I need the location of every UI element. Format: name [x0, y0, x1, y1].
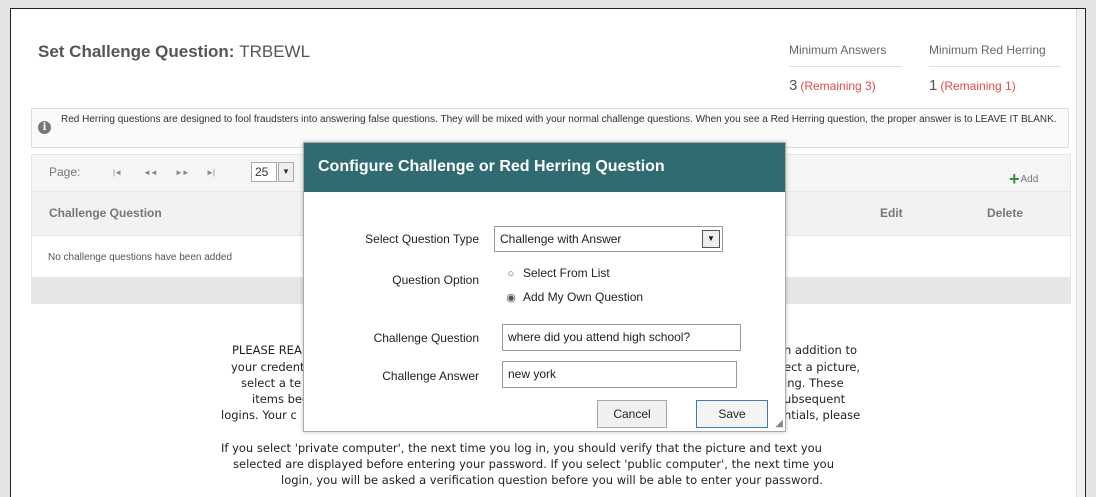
page-size-select[interactable]: 25	[251, 162, 277, 182]
min-red-herring-count: 1	[929, 77, 938, 94]
empty-message: No challenge questions have been added	[48, 252, 233, 263]
legal-line-2-left: your credent	[231, 360, 305, 374]
configure-question-dialog: Configure Challenge or Red Herring Quest…	[303, 142, 786, 432]
add-label: Add	[1020, 174, 1039, 185]
add-question-button[interactable]: +Add	[1009, 169, 1038, 190]
min-answers-label: Minimum Answers	[789, 43, 887, 57]
min-answers-count: 3	[789, 77, 798, 94]
dialog-title: Configure Challenge or Red Herring Quest…	[318, 158, 665, 175]
radio-selected-icon: ◉	[506, 292, 516, 304]
legal-line-3-right: ing. These	[784, 376, 844, 390]
next-page-icon[interactable]: ►►	[175, 168, 190, 177]
chevron-down-icon[interactable]: ▼	[702, 230, 720, 248]
legal-paragraph-2-line-2: selected are displayed before entering y…	[233, 457, 835, 471]
plus-icon: +	[1009, 169, 1020, 189]
first-page-icon[interactable]: |◄	[113, 168, 122, 177]
min-answers-divider	[789, 66, 902, 67]
resize-grip-icon[interactable]: ◢	[775, 418, 783, 429]
min-answers-value: 3 (Remaining 3)	[789, 77, 876, 94]
column-challenge-question[interactable]: Challenge Question	[49, 206, 162, 220]
dialog-header: Configure Challenge or Red Herring Quest…	[304, 143, 785, 192]
legal-line-5-left: logins. Your c	[221, 408, 297, 422]
question-option-label: Question Option	[392, 273, 479, 287]
legal-paragraph-2-line-1: If you select 'private computer', the ne…	[221, 441, 822, 455]
legal-line-1-left: PLEASE REA	[232, 343, 302, 357]
page-container: Set Challenge Question: TRBEWL Minimum A…	[10, 8, 1086, 497]
challenge-answer-input[interactable]: new york	[502, 361, 737, 388]
question-type-label: Select Question Type	[365, 232, 479, 246]
info-text: Red Herring questions are designed to fo…	[61, 114, 1057, 125]
save-button[interactable]: Save	[696, 400, 768, 428]
prev-page-icon[interactable]: ◄◄	[143, 168, 158, 177]
radio-add-my-own-question[interactable]: ◉ Add My Own Question	[506, 290, 643, 304]
page-title-prefix: Set Challenge Question:	[38, 42, 240, 61]
min-red-herring-label: Minimum Red Herring	[929, 43, 1046, 57]
min-red-herring-remaining: (Remaining 1)	[940, 79, 1016, 93]
legal-line-5-right: ntials, please	[784, 408, 861, 422]
min-red-herring-divider	[929, 66, 1060, 67]
info-icon: i	[38, 121, 51, 134]
chevron-down-icon[interactable]: ▼	[278, 162, 294, 182]
vertical-scrollbar[interactable]	[1076, 9, 1085, 497]
cancel-button[interactable]: Cancel	[597, 400, 667, 428]
radio-add-own-label: Add My Own Question	[523, 290, 644, 304]
pager-label: Page:	[49, 165, 81, 179]
radio-select-from-list[interactable]: ○ Select From List	[506, 266, 610, 280]
page-title-username: TRBEWL	[239, 42, 311, 61]
min-red-herring-value: 1 (Remaining 1)	[929, 77, 1016, 94]
legal-line-3-left: select a te	[241, 376, 302, 390]
min-answers-remaining: (Remaining 3)	[800, 79, 876, 93]
legal-line-1-right: n addition to	[784, 343, 858, 357]
challenge-question-input[interactable]: where did you attend high school?	[502, 324, 741, 351]
legal-line-2-right: ect a picture,	[784, 360, 861, 374]
column-delete: Delete	[987, 206, 1024, 220]
radio-select-from-list-label: Select From List	[523, 266, 610, 280]
legal-line-4-right: ubsequent	[784, 392, 846, 406]
page-title: Set Challenge Question: TRBEWL	[38, 42, 310, 62]
legal-paragraph-2-line-3: login, you will be asked a verification …	[281, 473, 823, 487]
radio-empty-icon: ○	[507, 268, 515, 280]
question-type-select[interactable]: Challenge with Answer	[494, 226, 723, 252]
challenge-question-label: Challenge Question	[373, 331, 479, 345]
challenge-answer-label: Challenge Answer	[382, 369, 479, 383]
legal-line-4-left: items bec	[252, 392, 309, 406]
last-page-icon[interactable]: ►|	[206, 168, 215, 177]
column-edit: Edit	[880, 206, 903, 220]
